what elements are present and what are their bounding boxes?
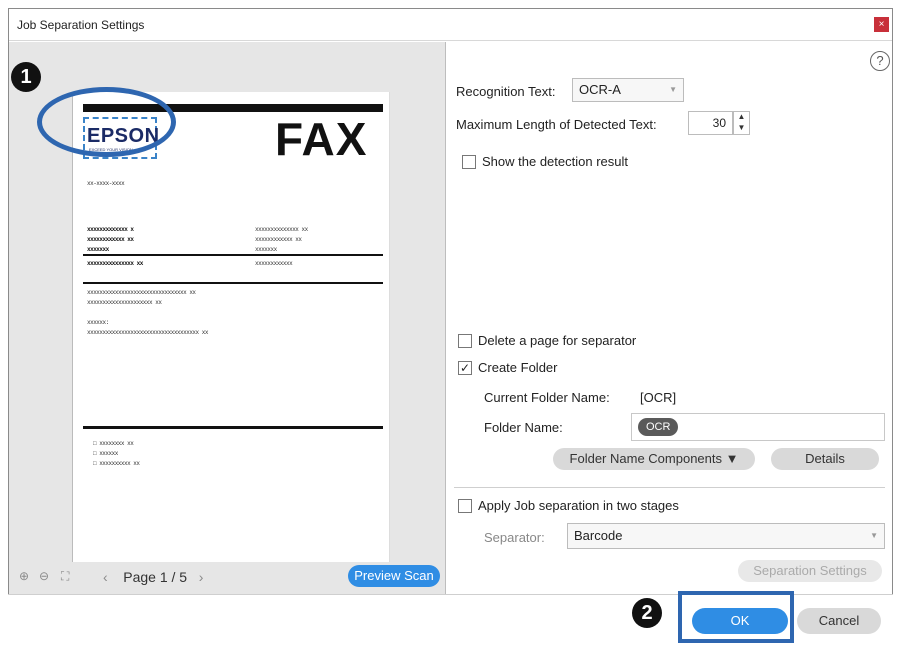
doc-line: xxxxxxxxxxxx xx — [255, 236, 302, 243]
doc-line: xxxxxxxxxxxx — [255, 260, 293, 267]
doc-line: □ xxxxxxxxxx xx — [93, 460, 140, 467]
folder-name-chip[interactable]: OCR — [638, 418, 679, 436]
preview-toolbar: ⊕ ⊖ ⛶ ‹ Page 1 / 5 › Preview Scan — [9, 557, 446, 595]
ok-button[interactable]: OK — [692, 608, 788, 634]
preview-scan-button[interactable]: Preview Scan — [348, 565, 440, 587]
prev-page-icon[interactable]: ‹ — [103, 569, 108, 585]
increment-icon[interactable]: ▲ — [734, 112, 749, 123]
callout-ring — [37, 87, 176, 157]
close-button[interactable]: × — [874, 17, 889, 32]
doc-line: xxxxxxxxxxxxx x — [87, 226, 134, 233]
callout-2-badge: 2 — [632, 598, 662, 628]
doc-line: xxxxxxxxxxxx xx — [87, 236, 134, 243]
doc-line: xxxxxx: — [87, 319, 109, 326]
chevron-down-icon: ▼ — [669, 85, 677, 94]
chevron-down-icon: ▼ — [870, 531, 878, 540]
recognition-text-value: OCR-A — [579, 82, 621, 97]
divider — [454, 487, 885, 488]
separation-settings-button[interactable]: Separation Settings — [738, 560, 882, 582]
recognition-text-label: Recognition Text: — [456, 84, 556, 99]
separator-label: Separator: — [484, 530, 545, 545]
help-icon[interactable]: ? — [870, 51, 890, 71]
decrement-icon[interactable]: ▼ — [734, 123, 749, 134]
doc-line: xxxxxxx — [87, 246, 109, 253]
folder-name-components-button[interactable]: Folder Name Components ▼ — [553, 448, 755, 470]
doc-line: xxxxxxxxxxxxxx xx — [255, 226, 308, 233]
separator-value: Barcode — [574, 528, 623, 543]
show-detection-label: Show the detection result — [482, 154, 628, 169]
doc-line: xxxxxxx — [255, 246, 277, 253]
page-label: Page 1 / 5 — [123, 569, 188, 585]
show-detection-checkbox[interactable] — [462, 155, 476, 169]
footer-rule — [83, 426, 383, 429]
rule — [83, 254, 383, 256]
max-length-input[interactable]: 30 — [688, 111, 733, 135]
fit-page-icon[interactable]: ⛶ — [61, 569, 69, 584]
create-folder-checkbox[interactable]: ✓ — [458, 361, 472, 375]
cancel-button[interactable]: Cancel — [797, 608, 881, 634]
preview-page: EPSON EXCEED YOUR VISION FAX xx-xxxx-xxx… — [72, 92, 390, 562]
current-folder-label: Current Folder Name: — [484, 390, 610, 405]
current-folder-value: [OCR] — [640, 390, 677, 405]
window-title: Job Separation Settings — [17, 18, 145, 32]
callout-1-badge: 1 — [11, 62, 41, 92]
doc-line: □ xxxxxxxx xx — [93, 440, 134, 447]
doc-line: xxxxxxxxxxxxxxxxxxxxx xx — [87, 299, 162, 306]
doc-line: xxxxxxxxxxxxxxx xx — [87, 260, 143, 267]
create-folder-label: Create Folder — [478, 360, 558, 375]
next-page-icon[interactable]: › — [199, 569, 204, 585]
details-button[interactable]: Details — [771, 448, 879, 470]
delete-page-checkbox[interactable] — [458, 334, 472, 348]
rule — [83, 282, 383, 284]
zoom-out-icon[interactable]: ⊖ — [39, 569, 49, 583]
page-navigator: ‹ Page 1 / 5 › — [103, 569, 203, 585]
folder-name-label: Folder Name: — [484, 420, 563, 435]
doc-line: □ xxxxxx — [93, 450, 118, 457]
doc-line: xxxxxxxxxxxxxxxxxxxxxxxxxxxxxxxx xx — [87, 289, 196, 296]
max-length-stepper[interactable]: ▲ ▼ — [733, 111, 750, 135]
doc-line: xx-xxxx-xxxx — [87, 180, 125, 187]
max-length-label: Maximum Length of Detected Text: — [456, 117, 657, 132]
two-stages-checkbox[interactable] — [458, 499, 472, 513]
zoom-in-icon[interactable]: ⊕ — [19, 569, 29, 583]
two-stages-label: Apply Job separation in two stages — [478, 498, 679, 513]
delete-page-label: Delete a page for separator — [478, 333, 637, 348]
fax-heading: FAX — [275, 113, 368, 165]
separator-select[interactable]: Barcode ▼ — [567, 523, 885, 549]
title-bar: Job Separation Settings × — [9, 9, 892, 41]
recognition-text-select[interactable]: OCR-A ▼ — [572, 78, 684, 102]
doc-line: xxxxxxxxxxxxxxxxxxxxxxxxxxxxxxxxxxxx xx — [87, 329, 208, 336]
